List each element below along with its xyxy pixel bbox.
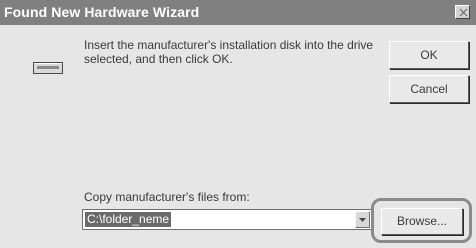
ok-button[interactable]: OK xyxy=(389,41,469,69)
copy-from-label: Copy manufacturer's files from: xyxy=(84,190,250,204)
cancel-button[interactable]: Cancel xyxy=(389,75,469,103)
title-bar: Found New Hardware Wizard xyxy=(0,0,476,25)
copy-from-value[interactable]: C:\folder_neme xyxy=(85,212,172,227)
chevron-down-icon xyxy=(359,218,366,222)
disk-drive-icon xyxy=(33,62,63,74)
browse-button[interactable]: Browse... xyxy=(381,208,463,235)
dropdown-button[interactable] xyxy=(355,211,370,228)
close-button[interactable] xyxy=(455,5,470,19)
instruction-text: Insert the manufacturer's installation d… xyxy=(84,38,374,66)
window-title: Found New Hardware Wizard xyxy=(4,4,200,20)
copy-from-combobox[interactable]: C:\folder_neme xyxy=(82,209,372,230)
wizard-dialog: Found New Hardware Wizard Insert the man… xyxy=(0,0,476,248)
close-icon xyxy=(459,8,468,17)
